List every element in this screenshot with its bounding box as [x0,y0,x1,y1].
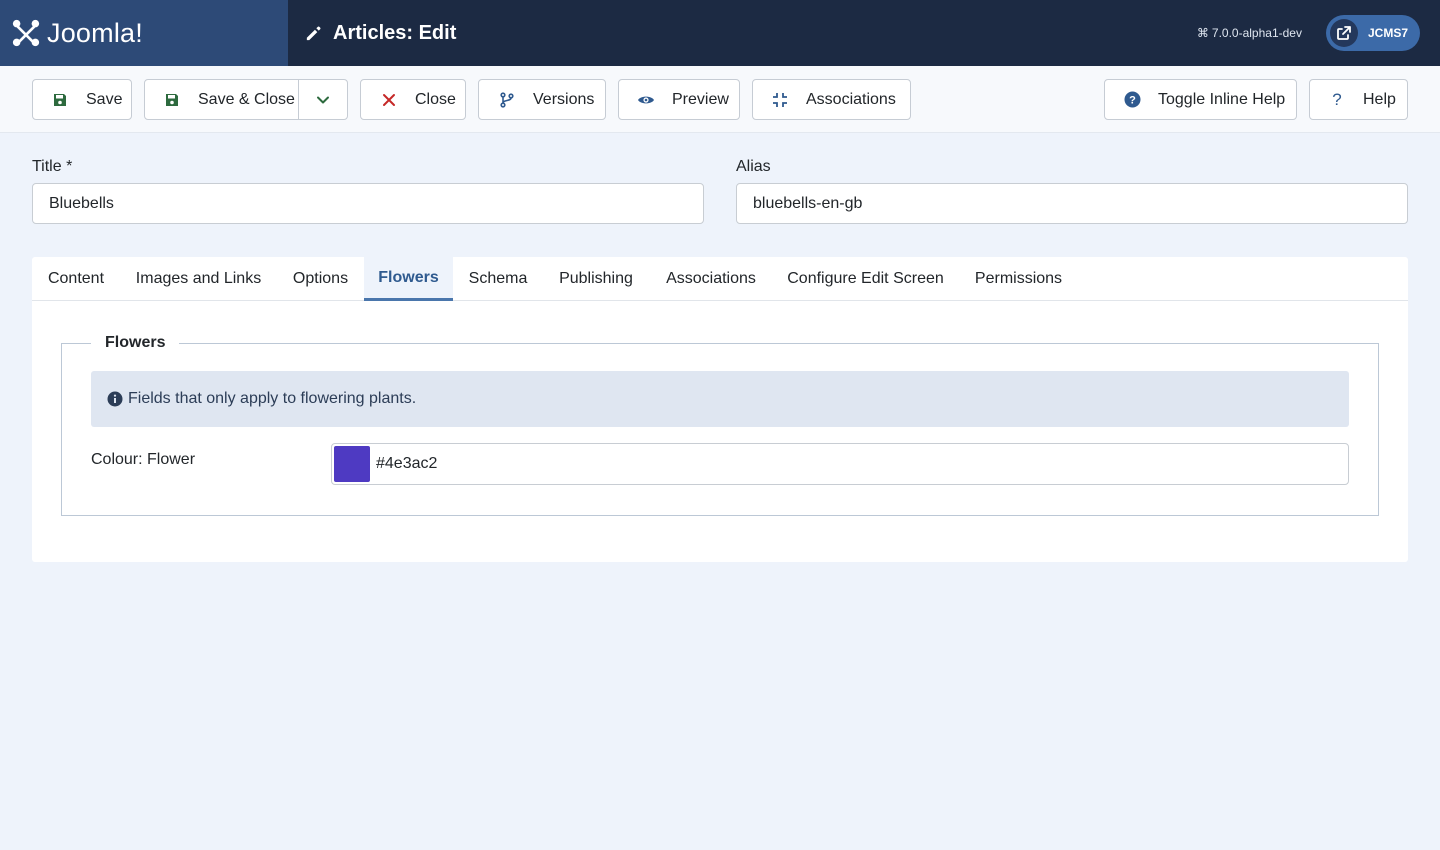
toolbar: Save Save & Close Close Versions Preview… [0,66,1440,133]
info-circle-icon [107,391,123,407]
version-info: ⌘ 7.0.0-alpha1-dev [1197,26,1302,40]
alias-label: Alias [736,158,771,175]
page-title: Articles: Edit [333,21,457,44]
save-label: Save [86,90,123,108]
external-link-icon [1329,19,1358,47]
colour-flower-input[interactable]: #4e3ac2 [331,443,1349,485]
colour-value: #4e3ac2 [376,455,438,472]
code-branch-icon [498,91,516,109]
preview-label: Preview [672,90,729,108]
info-alert: Fields that only apply to flowering plan… [91,371,1349,427]
help-button[interactable]: ? Help [1309,79,1408,120]
question-icon: ? [1328,91,1346,109]
tab-content[interactable]: Content [32,257,120,301]
associations-button[interactable]: Associations [752,79,911,120]
alias-value: bluebells-en-gb [753,194,863,212]
help-label: Help [1363,90,1396,108]
pencil-icon [306,25,321,40]
associations-label: Associations [806,90,896,108]
compress-icon [771,91,789,109]
tab-publishing[interactable]: Publishing [543,257,649,301]
close-label: Close [415,90,456,108]
toggle-inline-help-button[interactable]: ? Toggle Inline Help [1104,79,1297,120]
tab-options[interactable]: Options [277,257,364,301]
svg-text:?: ? [1129,95,1136,107]
question-circle-icon: ? [1123,91,1141,109]
tab-flowers[interactable]: Flowers [364,257,453,301]
tab-images-and-links[interactable]: Images and Links [120,257,277,301]
close-button[interactable]: Close [360,79,466,120]
title-input[interactable]: Bluebells [32,183,704,224]
save-close-button[interactable]: Save & Close [144,79,299,120]
save-close-label: Save & Close [198,90,295,108]
title-label: Title * [32,158,73,175]
tab-schema[interactable]: Schema [453,257,543,301]
edit-tabs-card: Content Images and Links Options Flowers… [32,257,1408,562]
joomla-logo-icon [12,19,40,47]
top-header: Joomla! Articles: Edit ⌘ 7.0.0-alpha1-de… [0,0,1440,66]
close-icon [380,91,398,109]
tab-list: Content Images and Links Options Flowers… [32,257,1408,301]
joomla-small-icon: ⌘ [1196,26,1209,40]
floppy-disk-icon [163,91,181,109]
title-value: Bluebells [49,194,114,212]
versions-button[interactable]: Versions [478,79,606,120]
version-text: 7.0.0-alpha1-dev [1211,26,1302,40]
save-dropdown-toggle[interactable] [298,79,348,120]
joomla-logo[interactable]: Joomla! [0,0,288,66]
eye-icon [637,91,655,109]
save-button[interactable]: Save [32,79,132,120]
site-link-button[interactable]: JCMS7 [1325,15,1420,51]
flowers-legend: Flowers [91,333,180,353]
site-name: JCMS7 [1367,26,1408,40]
preview-button[interactable]: Preview [618,79,740,120]
tab-configure-edit-screen[interactable]: Configure Edit Screen [773,257,958,301]
floppy-disk-icon [51,91,69,109]
flowers-fieldset [61,343,1379,516]
info-text: Fields that only apply to flowering plan… [128,390,417,407]
toggle-inline-help-label: Toggle Inline Help [1158,90,1286,108]
tab-permissions[interactable]: Permissions [958,257,1079,301]
svg-text:?: ? [1332,91,1341,108]
chevron-down-icon [317,96,329,103]
tab-associations[interactable]: Associations [649,257,773,301]
brand-text: Joomla! [47,17,143,48]
colour-swatch[interactable] [334,446,370,482]
alias-input[interactable]: bluebells-en-gb [736,183,1408,224]
versions-label: Versions [533,90,595,108]
colour-flower-label: Colour: Flower [91,451,196,468]
